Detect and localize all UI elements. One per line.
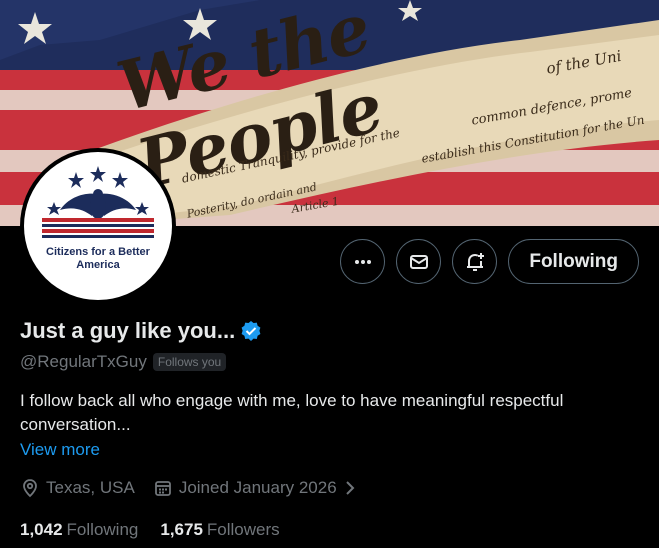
handle-row: @RegularTxGuy Follows you (20, 352, 227, 372)
envelope-icon (409, 254, 428, 269)
followers-count: 1,675 (160, 520, 203, 539)
joined-item[interactable]: Joined January 2026 (153, 478, 357, 498)
ellipsis-icon (354, 259, 371, 264)
notifications-button[interactable] (452, 239, 498, 284)
avatar-image: Citizens for a Better America (24, 152, 172, 300)
profile-handle: @RegularTxGuy (20, 352, 147, 371)
more-button[interactable] (340, 239, 386, 284)
location-text: Texas, USA (46, 478, 135, 497)
location-pin-icon (23, 479, 37, 498)
profile-name-row: Just a guy like you... (20, 318, 262, 344)
calendar-icon (154, 481, 171, 496)
view-more-link[interactable]: View more (20, 440, 100, 460)
joined-text: Joined January 2026 (178, 478, 337, 497)
bell-plus-icon (466, 252, 484, 271)
follow-stats: 1,042 Following 1,675 Followers (20, 520, 280, 540)
avatar[interactable]: Citizens for a Better America (20, 148, 176, 304)
eagle-logo-icon (42, 166, 154, 238)
following-button[interactable]: Following (508, 239, 639, 284)
profile-bio: I follow back all who engage with me, lo… (20, 391, 564, 434)
follows-you-badge: Follows you (152, 353, 227, 371)
profile-meta: Texas, USA Joined January 2026 (20, 478, 357, 498)
location-item: Texas, USA (20, 478, 135, 498)
message-button[interactable] (396, 239, 442, 284)
followers-stat[interactable]: 1,675 Followers (160, 520, 279, 540)
followers-label: Followers (206, 520, 280, 539)
verified-badge-icon[interactable] (240, 320, 262, 342)
following-stat[interactable]: 1,042 Following (20, 520, 138, 540)
profile-actions: Following (340, 239, 639, 284)
following-label: Following (66, 520, 139, 539)
chevron-right-icon (345, 481, 355, 495)
following-count: 1,042 (20, 520, 63, 539)
display-name: Just a guy like you... (20, 318, 236, 343)
avatar-org-name: Citizens for a Better America (46, 246, 150, 271)
